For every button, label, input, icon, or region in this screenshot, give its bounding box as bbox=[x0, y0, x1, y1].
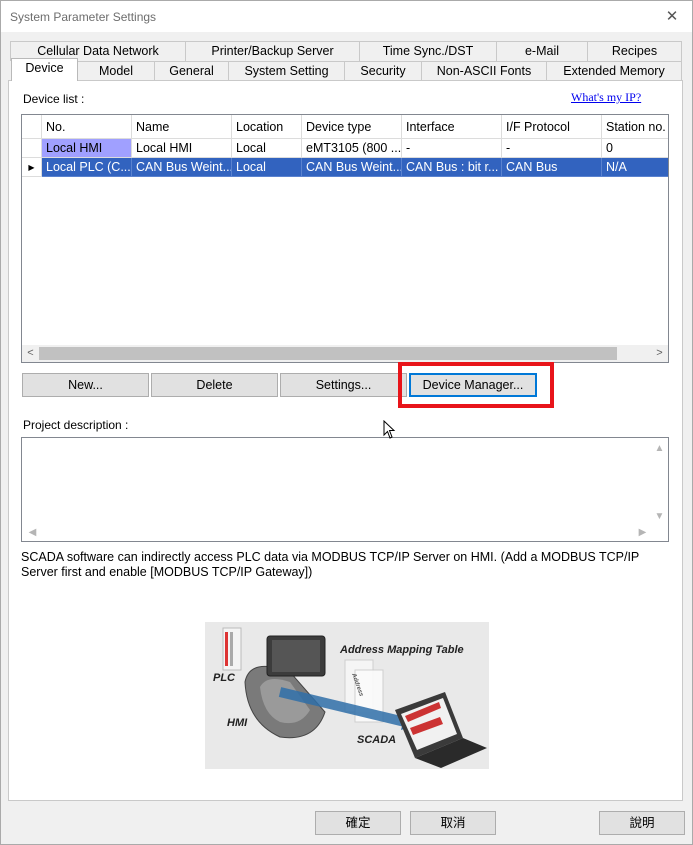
row-header-corner bbox=[22, 115, 42, 139]
table-cell-no[interactable]: Local PLC (C... bbox=[42, 158, 132, 177]
highlight-annotation bbox=[398, 362, 554, 408]
tab-extended-memory[interactable]: Extended Memory bbox=[546, 61, 682, 81]
table-row-selected[interactable]: ▶ Local PLC (C... CAN Bus Weint... Local… bbox=[22, 158, 668, 177]
table-cell-station-no[interactable]: N/A bbox=[602, 158, 668, 177]
column-header-location[interactable]: Location bbox=[232, 115, 302, 139]
table-cell-no[interactable]: Local HMI bbox=[42, 139, 132, 158]
plc-label: PLC bbox=[213, 672, 235, 684]
scroll-left-icon[interactable]: < bbox=[22, 345, 39, 362]
scroll-up-icon[interactable]: ▲ bbox=[651, 440, 668, 457]
row-pointer-icon[interactable]: ▶ bbox=[22, 158, 42, 177]
table-cell-device-type[interactable]: CAN Bus Weint... bbox=[302, 158, 402, 177]
window-title: System Parameter Settings bbox=[10, 10, 157, 24]
table-cell-name[interactable]: CAN Bus Weint... bbox=[132, 158, 232, 177]
tab-email[interactable]: e-Mail bbox=[496, 41, 588, 61]
table-cell-device-type[interactable]: eMT3105 (800 ... bbox=[302, 139, 402, 158]
scroll-down-icon[interactable]: ▼ bbox=[651, 508, 668, 525]
address-mapping-table-label: Address Mapping Table bbox=[340, 644, 464, 656]
project-description-field[interactable]: ▲ ▼ ◀ ▶ bbox=[21, 437, 669, 542]
horizontal-scrollbar[interactable]: ◀ ▶ bbox=[22, 524, 652, 541]
tab-non-ascii-fonts[interactable]: Non-ASCII Fonts bbox=[421, 61, 547, 81]
project-description-label: Project description : bbox=[23, 418, 129, 432]
tab-printer-backup-server[interactable]: Printer/Backup Server bbox=[185, 41, 360, 61]
table-header-row: No. Name Location Device type Interface … bbox=[22, 115, 668, 139]
scrollbar-thumb[interactable] bbox=[39, 347, 617, 360]
row-header[interactable] bbox=[22, 139, 42, 158]
scroll-left-icon[interactable]: ◀ bbox=[24, 524, 41, 541]
scada-info-text: SCADA software can indirectly access PLC… bbox=[21, 550, 640, 579]
settings-button[interactable]: Settings... bbox=[280, 373, 407, 397]
horizontal-scrollbar[interactable]: < > bbox=[22, 345, 668, 362]
column-header-device-type[interactable]: Device type bbox=[302, 115, 402, 139]
delete-button[interactable]: Delete bbox=[151, 373, 278, 397]
column-header-if-protocol[interactable]: I/F Protocol bbox=[502, 115, 602, 139]
scada-label: SCADA bbox=[357, 734, 397, 746]
column-header-station-no[interactable]: Station no. bbox=[602, 115, 668, 139]
hmi-label: HMI bbox=[227, 717, 248, 729]
title-bar: System Parameter Settings ✕ bbox=[0, 0, 693, 32]
table-cell-if-protocol[interactable]: CAN Bus bbox=[502, 158, 602, 177]
scroll-right-icon[interactable]: ▶ bbox=[634, 524, 651, 541]
vertical-scrollbar[interactable]: ▲ ▼ bbox=[651, 438, 668, 525]
tab-system-setting[interactable]: System Setting bbox=[228, 61, 345, 81]
table-cell-if-protocol[interactable]: - bbox=[502, 139, 602, 158]
help-button[interactable]: 說明 bbox=[599, 811, 685, 835]
table-row[interactable]: Local HMI Local HMI Local eMT3105 (800 .… bbox=[22, 139, 668, 158]
cancel-button[interactable]: 取消 bbox=[410, 811, 496, 835]
column-header-no[interactable]: No. bbox=[42, 115, 132, 139]
table-cell-location[interactable]: Local bbox=[232, 158, 302, 177]
table-cell-station-no[interactable]: 0 bbox=[602, 139, 668, 158]
column-header-interface[interactable]: Interface bbox=[402, 115, 502, 139]
device-list-label: Device list : bbox=[23, 92, 85, 106]
modbus-gateway-diagram: Address Mapping Table PLC HMI SCADA Addr… bbox=[205, 622, 489, 769]
tab-recipes[interactable]: Recipes bbox=[587, 41, 682, 61]
tab-general[interactable]: General bbox=[154, 61, 229, 81]
table-cell-location[interactable]: Local bbox=[232, 139, 302, 158]
scroll-right-icon[interactable]: > bbox=[651, 345, 668, 362]
tab-time-sync-dst[interactable]: Time Sync./DST bbox=[359, 41, 497, 61]
new-button[interactable]: New... bbox=[22, 373, 149, 397]
table-cell-interface[interactable]: CAN Bus : bit r... bbox=[402, 158, 502, 177]
mouse-cursor-icon bbox=[383, 420, 396, 439]
tab-security[interactable]: Security bbox=[344, 61, 422, 81]
tab-model[interactable]: Model bbox=[77, 61, 155, 81]
table-cell-name[interactable]: Local HMI bbox=[132, 139, 232, 158]
device-list-table[interactable]: No. Name Location Device type Interface … bbox=[21, 114, 669, 363]
close-icon[interactable]: ✕ bbox=[652, 1, 692, 32]
ok-button[interactable]: 確定 bbox=[315, 811, 401, 835]
table-cell-interface[interactable]: - bbox=[402, 139, 502, 158]
tab-device[interactable]: Device bbox=[11, 58, 78, 81]
column-header-name[interactable]: Name bbox=[132, 115, 232, 139]
whats-my-ip-link[interactable]: What's my IP? bbox=[571, 90, 641, 105]
